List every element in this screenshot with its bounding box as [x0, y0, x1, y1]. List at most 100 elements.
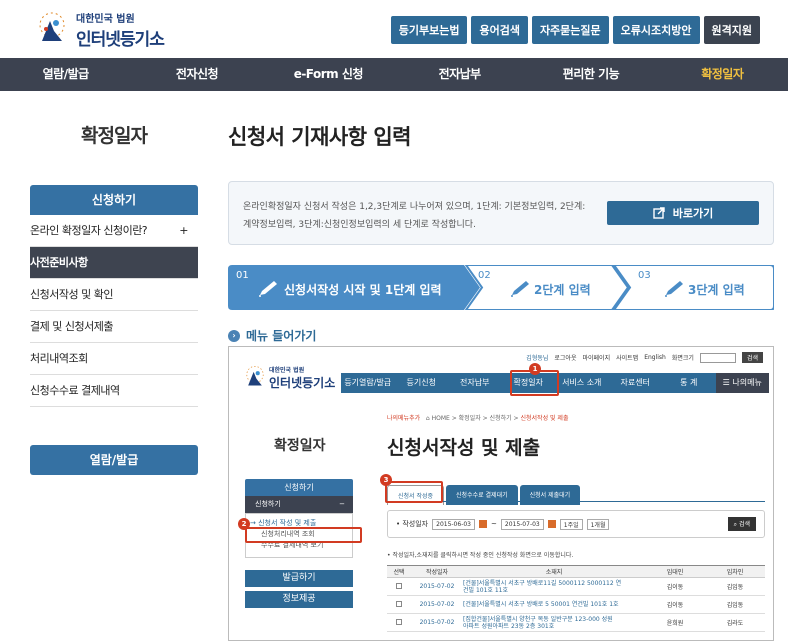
- shot-logo: 대한민국 법원 인터넷등기소: [241, 365, 335, 391]
- row-checkbox: [396, 582, 402, 589]
- shot-logout: 로그아웃: [554, 355, 577, 362]
- row-lessor: 윤희원: [645, 613, 705, 632]
- expand-icon[interactable]: +: [179, 215, 188, 247]
- shot-find-label: 검색: [738, 521, 750, 528]
- sidebar-item-preparation[interactable]: 사전준비사항: [30, 247, 198, 279]
- shot-tab-line: [387, 501, 765, 502]
- site-logo[interactable]: 대한민국 법원 인터넷등기소: [32, 10, 165, 50]
- shot-english: English: [644, 354, 666, 361]
- row-address: [건물]서울특별시 서초구 방배로 5 50001 연건빌 101호 1호: [463, 595, 645, 614]
- shot-nav-item: 전자납부: [460, 378, 490, 387]
- shot-nav-item: 자료센터: [620, 378, 650, 387]
- pencil-icon: [511, 281, 529, 297]
- sidebar-item-write[interactable]: 신청서작성 및 확인: [30, 279, 198, 311]
- info-text: 온라인확정일자 신청서 작성은 1,2,3단계로 나누어져 있으며, 1단계: …: [243, 202, 586, 230]
- shot-find-button: ⌕ 검색: [727, 517, 756, 531]
- error-help-button[interactable]: 오류시조치방안: [612, 16, 700, 44]
- step-2-number: 02: [478, 270, 491, 281]
- shot-nav-item: 등기신청: [406, 378, 436, 387]
- info-box: 온라인확정일자 신청서 작성은 1,2,3단계로 나누어져 있으며, 1단계: …: [228, 181, 774, 245]
- table-row: 2015-07-02 [집합건물]서울특별시 양천구 목동 일반구분 123-0…: [387, 613, 765, 632]
- shot-filter: • 작성일자 2015-06-03 ~ 2015-07-03 1주일 1개월 ⌕…: [387, 510, 765, 538]
- go-button-label: 바로가기: [672, 207, 714, 220]
- row-lessee: 김라도: [705, 613, 765, 632]
- shot-breadcrumb-current: 신청서작성 및 제출: [520, 415, 569, 422]
- sidebar-item-history[interactable]: 처리내역조회: [30, 343, 198, 375]
- sidebar-item-fee-history[interactable]: 신청수수료 결제내역: [30, 375, 198, 407]
- shot-sidebar-title: 확정일자: [274, 438, 326, 454]
- shot-mypage: 마이페이지: [582, 355, 611, 362]
- nav-fixed-date[interactable]: 확정일자: [657, 58, 788, 91]
- nav-convenience[interactable]: 편리한 기능: [525, 58, 656, 91]
- row-lessor: 김이동: [645, 577, 705, 596]
- step-1-number: 01: [236, 270, 249, 281]
- row-address-line2: 아파트 성원아파트 23동 2층 301호: [463, 622, 555, 630]
- term-search-button[interactable]: 용어검색: [471, 16, 528, 44]
- nav-eform[interactable]: e-Form 신청: [263, 58, 394, 91]
- step-1-label: 신청서작성 시작 및 1단계 입력: [284, 283, 442, 297]
- row-lessee: 김임동: [705, 577, 765, 596]
- shot-sidebar: 신청하기 신청하기 − → 신청서 작성 및 제출 신청처리내역 조회 수수료 …: [245, 479, 353, 608]
- main-nav: 열람/발급 전자신청 e-Form 신청 전자납부 편리한 기능 확정일자: [0, 58, 788, 91]
- shot-logo-title: 인터넷등기소: [269, 376, 336, 390]
- callout-badge-2: 2: [238, 518, 250, 530]
- guide-screenshot: 김형동님 로그아웃 마이페이지 사이트맵 English 화면크기 검색 대한민…: [228, 346, 774, 641]
- shot-util-bar: 김형동님 로그아웃 마이페이지 사이트맵 English 화면크기 검색: [526, 352, 763, 363]
- shot-filter-label: • 작성일자: [396, 520, 429, 528]
- row-date: 2015-07-02: [411, 595, 463, 614]
- shot-search-button: 검색: [741, 352, 763, 363]
- table-row: 2015-07-02 [건물]서울특별시 서초구 방배로 5 50001 연건빌…: [387, 595, 765, 614]
- sidebar-title: 확정일자: [81, 125, 148, 147]
- chevron-right-icon: ›: [228, 329, 240, 342]
- nav-e-application[interactable]: 전자신청: [131, 58, 262, 91]
- sidebar-item-label: 온라인 확정일자 신청이란?: [30, 224, 148, 237]
- row-checkbox: [396, 618, 402, 625]
- shot-issue-button: 발급하기: [245, 570, 353, 587]
- shot-col-lessor: 임대인: [645, 565, 705, 578]
- shot-sidebar-item: 신청하기 −: [245, 496, 353, 513]
- shot-search-input: [699, 352, 736, 363]
- sidebar-item-about[interactable]: 온라인 확정일자 신청이란? +: [30, 215, 198, 247]
- view-issue-button[interactable]: 열람/발급: [30, 445, 198, 475]
- external-link-icon: [653, 207, 665, 219]
- highlight-box-3: [385, 481, 443, 503]
- remote-support-button[interactable]: 원격지원: [703, 16, 760, 44]
- sidebar: 확정일자 신청하기 온라인 확정일자 신청이란? + 사전준비사항 신청서작성 …: [30, 91, 198, 475]
- shot-quick-week: 1주일: [559, 518, 583, 530]
- step-3-number: 03: [638, 270, 651, 281]
- section-heading-label: 메뉴 들어가기: [246, 329, 317, 343]
- highlight-box-2: [245, 527, 362, 543]
- sidebar-section-head[interactable]: 신청하기: [30, 185, 198, 215]
- collapse-icon: −: [339, 500, 345, 508]
- shot-nav-my-menu-label: 나의메뉴: [732, 378, 762, 387]
- faq-button[interactable]: 자주묻는질문: [531, 16, 609, 44]
- shot-col-select: 선택: [387, 565, 411, 578]
- court-emblem-icon: [39, 12, 65, 41]
- hamburger-icon: ☰: [722, 378, 733, 387]
- row-address-line1: [건물]서울특별시 서초구 방배로 5 50001 연건빌 101호 1호: [463, 601, 619, 608]
- shot-date-from: 2015-06-03: [432, 518, 475, 530]
- row-address-line1: [건물]서울특별시 서초구 방배로11길 5000112 5000112 연: [463, 579, 622, 587]
- shot-breadcrumb-path: HOME > 확정일자 > 신청하기 >: [431, 415, 521, 422]
- header: 대한민국 법원 인터넷등기소 등기부보는법 용어검색 자주묻는질문 오류시조치방…: [0, 0, 800, 58]
- shot-nav-my-menu: ☰ 나의메뉴: [715, 373, 769, 393]
- registry-guide-button[interactable]: 등기부보는법: [390, 16, 468, 44]
- shot-quick-month: 1개월: [586, 518, 610, 530]
- page-title: 신청서 기재사항 입력: [228, 125, 412, 149]
- pencil-icon: [665, 281, 683, 297]
- go-button[interactable]: 바로가기: [607, 201, 759, 225]
- callout-badge-1: 1: [529, 363, 541, 375]
- row-date: 2015-07-02: [411, 577, 463, 596]
- row-lessee: 김임동: [705, 595, 765, 614]
- nav-e-payment[interactable]: 전자납부: [394, 58, 525, 91]
- nav-view-issue[interactable]: 열람/발급: [0, 58, 131, 91]
- step-indicator: 01 신청서작성 시작 및 1단계 입력 02 2단계 입력 03 3단계 입력: [228, 265, 774, 310]
- shot-table: 선택 작성일자 소재지 임대인 임차인 2015-07-02 [건물]서울특별시…: [387, 565, 765, 632]
- step-3-label: 3단계 입력: [688, 283, 745, 297]
- shot-tab-payment: 신청수수료 결제대기: [446, 485, 518, 505]
- section-heading: › 메뉴 들어가기: [228, 327, 774, 344]
- step-2-label: 2단계 입력: [534, 283, 591, 297]
- sidebar-item-payment[interactable]: 결제 및 신청서제출: [30, 311, 198, 343]
- shot-breadcrumb: 나의메뉴추가 ⌂ HOME > 확정일자 > 신청하기 > 신청서작성 및 제출: [387, 413, 568, 422]
- row-address-line2: 건빌 101호 11호: [463, 586, 508, 594]
